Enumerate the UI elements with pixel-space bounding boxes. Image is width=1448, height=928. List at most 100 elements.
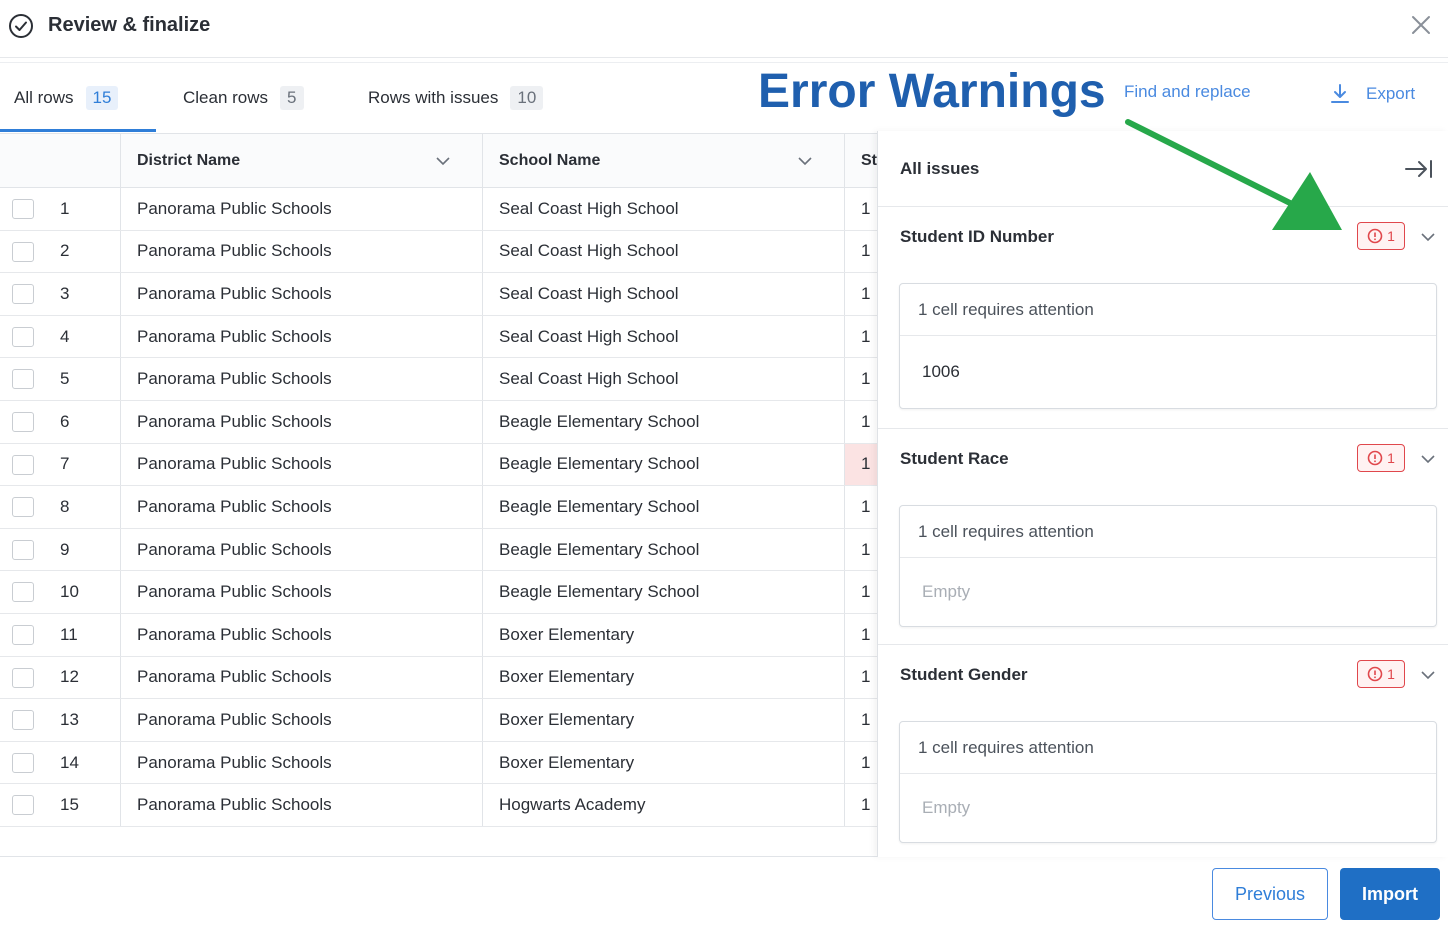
find-and-replace-button[interactable]: Find and replace <box>1124 82 1251 102</box>
cell-district-name[interactable]: Panorama Public Schools <box>120 486 482 528</box>
tab-rows-with-issues[interactable]: Rows with issues 10 <box>368 83 544 113</box>
cell-school-name[interactable]: Beagle Elementary School <box>482 486 844 528</box>
row-checkbox[interactable] <box>12 710 34 731</box>
table-row[interactable]: 15 Panorama Public Schools Hogwarts Academ… <box>0 784 878 827</box>
error-count-badge[interactable]: 1 <box>1357 660 1405 688</box>
cell-school-name[interactable]: Boxer Elementary <box>482 699 844 741</box>
collapse-panel-icon[interactable] <box>1404 157 1434 181</box>
row-checkbox[interactable] <box>12 284 34 305</box>
row-checkbox[interactable] <box>12 667 34 688</box>
cell-student-id[interactable]: 1 <box>844 401 878 443</box>
row-checkbox[interactable] <box>12 582 34 603</box>
row-checkbox[interactable] <box>12 412 34 432</box>
row-checkbox[interactable] <box>12 497 34 518</box>
cell-student-id[interactable]: 1 <box>844 656 878 699</box>
issue-cell-value[interactable]: 1006 <box>900 336 1436 408</box>
cell-district-name[interactable]: Panorama Public Schools <box>120 614 482 656</box>
table-row[interactable]: 8 Panorama Public Schools Beagle Elementar… <box>0 486 878 529</box>
cell-district-name[interactable]: Panorama Public Schools <box>120 784 482 826</box>
previous-button[interactable]: Previous <box>1212 868 1328 920</box>
cell-district-name[interactable]: Panorama Public Schools <box>120 358 482 400</box>
cell-school-name[interactable]: Seal Coast High School <box>482 315 844 358</box>
error-count-badge[interactable]: 1 <box>1357 222 1405 250</box>
table-row[interactable]: 5 Panorama Public Schools Seal Coast High … <box>0 358 878 401</box>
cell-district-name[interactable]: Panorama Public Schools <box>120 656 482 699</box>
row-checkbox[interactable] <box>12 326 34 347</box>
row-checkbox[interactable] <box>12 454 34 475</box>
row-checkbox[interactable] <box>12 369 34 390</box>
row-checkbox[interactable] <box>12 539 34 560</box>
tab-all-rows[interactable]: All rows 15 <box>14 83 119 113</box>
export-button[interactable]: Export <box>1328 82 1415 106</box>
row-checkbox[interactable] <box>12 241 34 262</box>
cell-district-name[interactable]: Panorama Public Schools <box>120 741 482 784</box>
chevron-down-icon[interactable] <box>434 152 452 170</box>
cell-student-id[interactable]: 1 <box>844 528 878 571</box>
import-button[interactable]: Import <box>1340 868 1440 920</box>
cell-student-id[interactable]: 1 <box>844 741 878 784</box>
column-header-student[interactable]: St <box>844 134 878 188</box>
row-checkbox[interactable] <box>12 199 34 219</box>
cell-student-id-error[interactable]: 1 <box>844 443 878 486</box>
table-row[interactable]: 1 Panorama Public Schools Seal Coast High … <box>0 188 878 231</box>
column-header-school[interactable]: School Name <box>482 134 844 188</box>
cell-district-name[interactable]: Panorama Public Schools <box>120 315 482 358</box>
row-checkbox[interactable] <box>12 795 34 816</box>
cell-district-name[interactable]: Panorama Public Schools <box>120 528 482 571</box>
cell-district-name[interactable]: Panorama Public Schools <box>120 571 482 613</box>
cell-student-id[interactable]: 1 <box>844 358 878 400</box>
table-row[interactable]: 7 Panorama Public Schools Beagle Elementar… <box>0 443 878 487</box>
error-count-badge[interactable]: 1 <box>1357 444 1405 472</box>
cell-school-name[interactable]: Seal Coast High School <box>482 358 844 400</box>
cell-school-name[interactable]: Boxer Elementary <box>482 656 844 699</box>
table-row[interactable]: 10 Panorama Public Schools Beagle Elementa… <box>0 571 878 614</box>
cell-student-id[interactable]: 1 <box>844 315 878 358</box>
cell-district-name[interactable]: Panorama Public Schools <box>120 699 482 741</box>
table-row[interactable]: 11 Panorama Public Schools Boxer Elementar… <box>0 614 878 657</box>
cell-school-name[interactable]: Beagle Elementary School <box>482 401 844 443</box>
table-row[interactable]: 12 Panorama Public Schools Boxer Elementar… <box>0 656 878 700</box>
chevron-down-icon[interactable] <box>1419 666 1437 684</box>
cell-student-id[interactable]: 1 <box>844 784 878 826</box>
table-row[interactable]: 2 Panorama Public Schools Seal Coast High … <box>0 230 878 274</box>
row-checkbox[interactable] <box>12 752 34 773</box>
row-checkbox[interactable] <box>12 625 34 645</box>
cell-school-name[interactable]: Boxer Elementary <box>482 614 844 656</box>
chevron-down-icon[interactable] <box>1419 228 1437 246</box>
cell-school-name[interactable]: Seal Coast High School <box>482 188 844 230</box>
cell-district-name[interactable]: Panorama Public Schools <box>120 188 482 230</box>
table-row[interactable]: 14 Panorama Public Schools Boxer Elementar… <box>0 741 878 785</box>
cell-school-name[interactable]: Boxer Elementary <box>482 741 844 784</box>
cell-district-name[interactable]: Panorama Public Schools <box>120 443 482 486</box>
cell-school-name[interactable]: Seal Coast High School <box>482 230 844 273</box>
cell-district-name[interactable]: Panorama Public Schools <box>120 273 482 315</box>
cell-student-id[interactable]: 1 <box>844 571 878 613</box>
download-icon <box>1331 84 1349 103</box>
cell-student-id[interactable]: 1 <box>844 188 878 230</box>
close-icon[interactable] <box>1406 10 1436 40</box>
issue-message: 1 cell requires attention <box>900 284 1436 336</box>
cell-school-name[interactable]: Beagle Elementary School <box>482 571 844 613</box>
cell-student-id[interactable]: 1 <box>844 614 878 656</box>
cell-student-id[interactable]: 1 <box>844 486 878 528</box>
cell-student-id[interactable]: 1 <box>844 273 878 315</box>
cell-school-name[interactable]: Hogwarts Academy <box>482 784 844 826</box>
chevron-down-icon[interactable] <box>796 152 814 170</box>
cell-district-name[interactable]: Panorama Public Schools <box>120 401 482 443</box>
chevron-down-icon[interactable] <box>1419 450 1437 468</box>
table-row[interactable]: 3 Panorama Public Schools Seal Coast High … <box>0 273 878 316</box>
issue-cell-value[interactable]: Empty <box>900 558 1436 626</box>
table-row[interactable]: 13 Panorama Public Schools Boxer Elementar… <box>0 699 878 742</box>
column-header-district[interactable]: District Name <box>120 134 482 188</box>
table-row[interactable]: 9 Panorama Public Schools Beagle Elementar… <box>0 528 878 572</box>
tab-clean-rows[interactable]: Clean rows 5 <box>183 83 304 113</box>
cell-student-id[interactable]: 1 <box>844 230 878 273</box>
table-row[interactable]: 6 Panorama Public Schools Beagle Elementar… <box>0 401 878 444</box>
cell-student-id[interactable]: 1 <box>844 699 878 741</box>
cell-school-name[interactable]: Beagle Elementary School <box>482 443 844 486</box>
cell-school-name[interactable]: Beagle Elementary School <box>482 528 844 571</box>
issue-cell-value[interactable]: Empty <box>900 774 1436 842</box>
cell-school-name[interactable]: Seal Coast High School <box>482 273 844 315</box>
cell-district-name[interactable]: Panorama Public Schools <box>120 230 482 273</box>
table-row[interactable]: 4 Panorama Public Schools Seal Coast High … <box>0 315 878 359</box>
